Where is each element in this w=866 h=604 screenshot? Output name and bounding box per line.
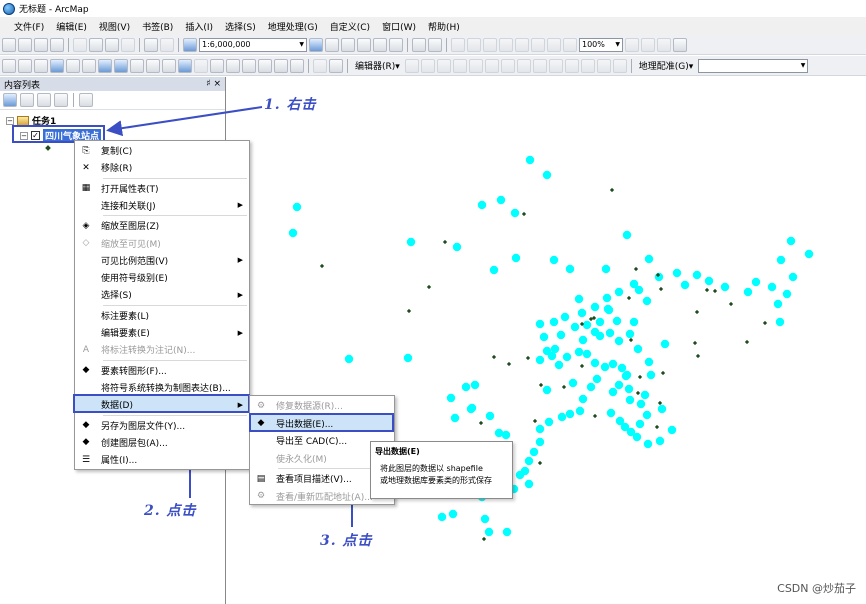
submenu-arrow-icon: ▶	[237, 290, 243, 299]
annotation-highlight-box	[73, 394, 250, 413]
zoom-layer-icon: ◈	[82, 220, 90, 231]
context-menu-item[interactable]: 标注要素(L)	[75, 307, 249, 324]
blank-icon	[80, 199, 92, 211]
annotation-step3: 3. 点击	[320, 533, 373, 549]
tooltip-line-2: 或地理数据库要素类的形式保存	[380, 476, 492, 485]
data-submenu-label: 查看项目描述(V)...	[276, 475, 352, 485]
layer-file-icon: ◆	[82, 420, 90, 430]
copy-icon: ⎘	[82, 145, 90, 156]
remove-icon: ✕	[82, 162, 90, 173]
menu-separator	[103, 414, 247, 416]
context-menu-label: 属性(I)...	[101, 456, 138, 467]
context-menu-label: 要素转图形(F)...	[101, 366, 167, 377]
context-menu-label: 缩放至可见(M)	[101, 239, 161, 250]
data-submenu-label: 导出至 CAD(C)...	[276, 437, 348, 447]
context-menu-label: 打开属性表(T)	[101, 184, 159, 195]
menu-separator	[103, 359, 247, 361]
context-menu-item[interactable]: 可见比例范围(V) ▶	[75, 252, 249, 269]
context-menu-label: 另存为图层文件(Y)...	[101, 421, 186, 432]
context-menu-label: 将符号系统转换为制图表达(B)...	[101, 383, 231, 394]
blank-icon	[80, 254, 92, 266]
annotation-step2: 2. 点击	[144, 503, 197, 519]
context-menu-label: 创建图层包(A)...	[101, 438, 168, 449]
blank-icon	[80, 289, 92, 301]
context-menu-item[interactable]: 连接和关联(J) ▶	[75, 197, 249, 214]
menu-separator	[103, 177, 247, 179]
geocode-icon: ⚙	[256, 491, 266, 501]
context-menu-item[interactable]: 编辑要素(E) ▶	[75, 324, 249, 341]
context-menu-item[interactable]: ◇ 缩放至可见(M)	[75, 235, 249, 252]
context-menu-label: 编辑要素(E)	[101, 329, 150, 339]
tooltip-title: 导出数据(E)	[375, 447, 420, 456]
graphics-icon: ◆	[82, 365, 90, 376]
blank-icon	[80, 272, 92, 284]
annotation-highlight-box	[249, 413, 394, 432]
context-menu-item[interactable]: A 将标注转换为注记(N)...	[75, 341, 249, 358]
submenu-arrow-icon: ▶	[237, 256, 243, 265]
context-menu-label: 使用符号级别(E)	[101, 274, 168, 285]
context-menu-label: 移除(R)	[101, 164, 133, 175]
data-submenu-item[interactable]: ⚙ 修复数据源(R)...	[250, 397, 394, 414]
blank-icon	[80, 327, 92, 339]
export-data-tooltip: 导出数据(E) 将此图层的数据以 shapefile 或地理数据库要素类的形式保…	[370, 441, 513, 499]
blank-icon	[80, 381, 92, 393]
properties-icon: ☰	[81, 454, 91, 465]
repair-icon: ⚙	[256, 400, 266, 411]
data-submenu-label: 使永久化(M)	[276, 454, 327, 465]
context-menu-label: 连接和关联(J)	[101, 201, 156, 212]
tooltip-line-1: 将此图层的数据以 shapefile	[380, 464, 483, 473]
annotation-step1: 1. 右击	[264, 97, 317, 113]
context-menu-item[interactable]: 使用符号级别(E)	[75, 269, 249, 286]
menu-separator	[103, 304, 247, 306]
blank-icon	[255, 435, 267, 447]
data-submenu-label: 查看/重新匹配地址(A)...	[276, 492, 373, 503]
watermark: CSDN @炒茄子	[777, 582, 856, 595]
context-menu-item[interactable]: ◈ 缩放至图层(Z)	[75, 217, 249, 234]
context-menu-item[interactable]: ✕ 移除(R)	[75, 159, 249, 176]
blank-icon	[255, 452, 267, 464]
context-menu-item[interactable]: ▦ 打开属性表(T)	[75, 180, 249, 197]
table-icon: ▦	[81, 183, 91, 194]
blank-icon	[80, 309, 92, 321]
submenu-arrow-icon: ▶	[237, 328, 243, 337]
context-menu-item[interactable]: ◆ 另存为图层文件(Y)...	[75, 417, 249, 434]
submenu-arrow-icon: ▶	[237, 201, 243, 210]
context-menu-label: 复制(C)	[101, 147, 133, 157]
context-menu-label: 标注要素(L)	[101, 311, 150, 322]
description-icon: ▤	[256, 473, 266, 484]
layer-package-icon: ◆	[82, 437, 90, 448]
context-menu-item[interactable]: ⎘ 复制(C)	[75, 142, 249, 159]
context-menu-label: 缩放至图层(Z)	[101, 222, 160, 233]
data-submenu-label: 修复数据源(R)...	[276, 402, 343, 412]
context-menu-label: 将标注转换为注记(N)...	[101, 346, 196, 357]
context-menu-label: 选择(S)	[101, 291, 132, 302]
context-menu-label: 可见比例范围(V)	[101, 256, 169, 267]
annotation-icon: A	[82, 344, 90, 355]
context-menu-item[interactable]: 选择(S) ▶	[75, 286, 249, 303]
context-menu-item[interactable]: ◆ 创建图层包(A)...	[75, 434, 249, 451]
menu-separator	[103, 215, 247, 217]
layer-context-menu: ⎘ 复制(C) ✕ 移除(R) ▦ 打开属性表(T) 连接和关联(J) ▶ ◈ 缩放至图层(Z) ◇…	[74, 140, 250, 470]
zoom-visible-icon: ◇	[82, 238, 90, 248]
context-menu-item[interactable]: ◆ 要素转图形(F)...	[75, 362, 249, 379]
arrow-step1	[106, 106, 263, 137]
context-menu-item[interactable]: ☰ 属性(I)...	[75, 451, 249, 468]
